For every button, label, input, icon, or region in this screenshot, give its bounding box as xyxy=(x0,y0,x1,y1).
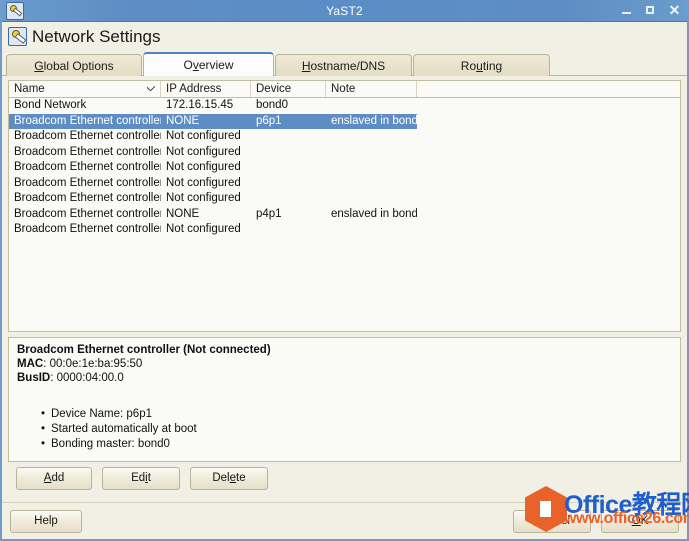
table-row[interactable]: Broadcom Ethernet controller Not configu… xyxy=(9,191,680,207)
cell-note xyxy=(326,191,417,207)
cell-name: Broadcom Ethernet controller xyxy=(14,114,161,127)
edit-button[interactable]: Edit xyxy=(102,466,180,490)
chevron-down-icon xyxy=(147,86,155,91)
cell-note xyxy=(326,145,417,161)
column-header-ip-address[interactable]: IP Address xyxy=(161,81,251,97)
table-header-row: Name IP Address Device Note xyxy=(9,81,680,98)
table-row[interactable]: Broadcom Ethernet controller Not configu… xyxy=(9,222,680,238)
table-action-buttons: Add Edit Delete xyxy=(8,462,681,494)
table-row[interactable]: Broadcom Ethernet controller Not configu… xyxy=(9,145,680,161)
cell-ip: 172.16.15.45 xyxy=(166,99,234,111)
cell-ip: Not configured xyxy=(166,192,241,204)
tab-routing[interactable]: Routing xyxy=(413,54,550,76)
cell-device xyxy=(251,145,326,161)
page-title: Network Settings xyxy=(32,26,161,46)
cell-ip: Not configured xyxy=(166,223,241,235)
window-title: YaST2 xyxy=(326,3,363,18)
close-icon[interactable]: ✕ xyxy=(668,3,681,17)
cell-name: Broadcom Ethernet controller xyxy=(14,207,161,220)
detail-busid-key: BusID xyxy=(17,372,51,384)
cancel-button[interactable]: Cancel xyxy=(513,509,591,533)
cell-ip: Not configured xyxy=(166,130,241,142)
interfaces-table[interactable]: Name IP Address Device Note Bond Network… xyxy=(8,80,681,332)
page-heading: Network Settings xyxy=(2,22,687,51)
list-item: Bonding master: bond0 xyxy=(41,437,672,452)
detail-mac-value: : 00:0e:1e:ba:95:50 xyxy=(43,358,143,370)
list-item: Started automatically at boot xyxy=(41,422,672,437)
table-row[interactable]: Broadcom Ethernet controller Not configu… xyxy=(9,176,680,192)
cell-name: Broadcom Ethernet controller xyxy=(14,161,161,173)
table-row[interactable]: Broadcom Ethernet controller Not configu… xyxy=(9,160,680,176)
table-row[interactable]: Broadcom Ethernet controller Not configu… xyxy=(9,129,680,145)
title-bar: YaST2 ✕ xyxy=(2,0,687,22)
minimize-icon[interactable] xyxy=(620,4,633,17)
cell-name: Broadcom Ethernet controller xyxy=(14,192,161,204)
cell-name: Broadcom Ethernet controller xyxy=(14,145,161,158)
column-header-note[interactable]: Note xyxy=(326,81,417,97)
table-row[interactable]: Bond Network 172.16.15.45 bond0 xyxy=(9,98,680,114)
table-row[interactable]: Broadcom Ethernet controller NONE p6p1 e… xyxy=(9,113,417,129)
column-header-name[interactable]: Name xyxy=(9,81,161,97)
window-controls: ✕ xyxy=(620,3,681,17)
cell-device xyxy=(251,129,326,145)
column-header-name-label: Name xyxy=(14,83,45,95)
add-button[interactable]: Add xyxy=(16,466,92,490)
table-body: Bond Network 172.16.15.45 bond0 Broadcom… xyxy=(9,98,680,331)
tab-hostname-dns[interactable]: Hostname/DNS xyxy=(275,54,412,76)
cell-ip: Not configured xyxy=(166,161,241,173)
cell-name: Bond Network xyxy=(14,99,87,111)
tab-global-options[interactable]: Global Options xyxy=(6,54,142,76)
cell-device: p6p1 xyxy=(256,114,282,127)
cell-name: Broadcom Ethernet controller xyxy=(14,223,161,235)
detail-mac-key: MAC xyxy=(17,358,44,370)
cell-ip: NONE xyxy=(166,114,200,127)
cell-note xyxy=(326,129,417,145)
tab-overview[interactable]: Overview xyxy=(143,52,274,76)
help-button[interactable]: Help xyxy=(10,509,82,533)
cell-device xyxy=(251,176,326,192)
cell-device: p4p1 xyxy=(256,207,282,220)
cell-device xyxy=(251,191,326,207)
cell-ip: Not configured xyxy=(166,145,241,158)
ok-button[interactable]: OK xyxy=(601,509,679,533)
detail-bullet-list: Device Name: p6p1 Started automatically … xyxy=(17,407,672,452)
device-detail-panel: Broadcom Ethernet controller (Not connec… xyxy=(8,337,681,462)
cell-name: Broadcom Ethernet controller xyxy=(14,176,161,189)
network-card-icon xyxy=(8,27,27,46)
cell-note xyxy=(326,98,417,114)
cell-device xyxy=(251,222,326,238)
cell-ip: Not configured xyxy=(166,176,241,189)
cell-device xyxy=(251,160,326,176)
detail-busid-value: : 0000:04:00.0 xyxy=(50,372,124,384)
cell-device: bond0 xyxy=(256,99,288,111)
cell-note xyxy=(326,176,417,192)
tab-bar: Global Options Overview Hostname/DNS Rou… xyxy=(2,51,687,76)
column-header-device[interactable]: Device xyxy=(251,81,326,97)
dialog-button-bar: Help Cancel OK Office教程网 www.office26.co… xyxy=(2,486,689,539)
detail-title: Broadcom Ethernet controller (Not connec… xyxy=(17,344,271,356)
detail-mac-line: MAC: 00:0e:1e:ba:95:50 xyxy=(17,357,672,371)
content-area: Name IP Address Device Note Bond Network… xyxy=(2,76,687,502)
list-item: Device Name: p6p1 xyxy=(41,407,672,422)
cell-note xyxy=(326,222,417,238)
cell-note: enslaved in bond0 xyxy=(331,207,417,220)
maximize-icon[interactable] xyxy=(644,4,657,17)
cell-name: Broadcom Ethernet controller xyxy=(14,130,161,142)
yast-network-settings-window: YaST2 ✕ Network Settings Global Options … xyxy=(0,0,689,541)
delete-button[interactable]: Delete xyxy=(190,466,268,490)
table-row[interactable]: Broadcom Ethernet controller NONE p4p1 e… xyxy=(9,207,680,223)
cell-note xyxy=(326,160,417,176)
detail-busid-line: BusID: 0000:04:00.0 xyxy=(17,371,672,385)
cell-note: enslaved in bond0 xyxy=(331,114,417,127)
cell-ip: NONE xyxy=(166,207,200,220)
